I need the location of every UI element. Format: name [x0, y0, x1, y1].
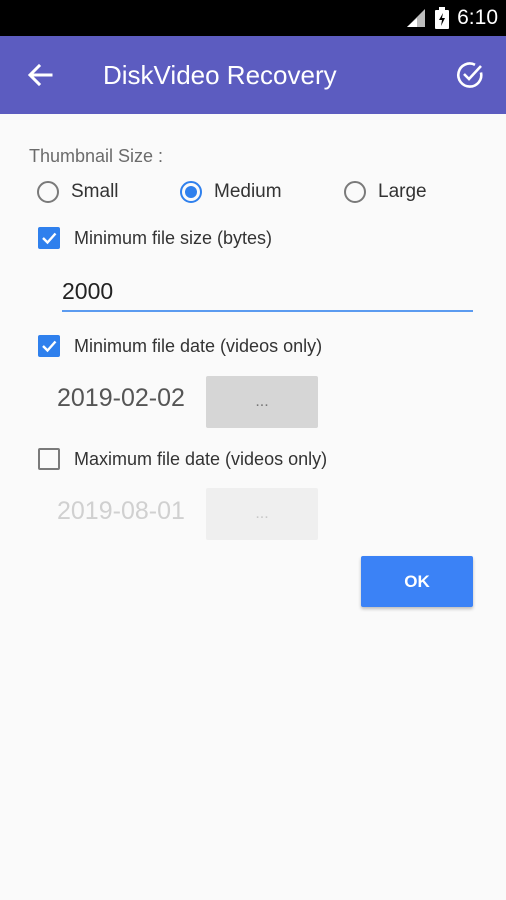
app-bar: DiskVideo Recovery	[0, 36, 506, 114]
radio-small-circle	[37, 181, 59, 203]
min-size-checkbox-box	[38, 227, 60, 249]
status-time: 6:10	[457, 6, 498, 29]
check-circle-icon	[457, 62, 483, 88]
min-date-value: 2019-02-02	[57, 384, 185, 412]
max-date-checkbox-box	[38, 448, 60, 470]
min-size-label: Minimum file size (bytes)	[74, 227, 273, 248]
thumbnail-size-radio-group: Small Medium Large	[0, 173, 506, 211]
app-title: DiskVideo Recovery	[103, 60, 337, 90]
checkmark-icon	[42, 340, 57, 353]
arrow-left-icon	[27, 63, 53, 87]
confirm-button[interactable]	[448, 55, 492, 95]
max-date-checkbox[interactable]: Maximum file date (videos only)	[38, 444, 327, 474]
max-date-label: Maximum file date (videos only)	[74, 448, 328, 469]
status-bar: 6:10	[0, 0, 506, 36]
checkmark-icon	[42, 232, 57, 245]
radio-large-label: Large	[378, 181, 427, 202]
min-size-input[interactable]	[62, 272, 473, 312]
min-date-checkbox-box	[38, 335, 60, 357]
thumbnail-size-label: Thumbnail Size :	[29, 146, 164, 166]
radio-medium[interactable]: Medium	[180, 173, 282, 211]
min-date-picker-button[interactable]: ...	[206, 376, 318, 428]
min-size-checkbox[interactable]: Minimum file size (bytes)	[38, 223, 272, 253]
radio-large-circle	[344, 181, 366, 203]
min-date-checkbox[interactable]: Minimum file date (videos only)	[38, 331, 322, 361]
max-date-value: 2019-08-01	[57, 497, 185, 525]
ok-button[interactable]: OK	[361, 556, 473, 607]
radio-medium-circle	[180, 181, 202, 203]
signal-icon	[407, 9, 426, 27]
radio-medium-label: Medium	[214, 181, 282, 202]
min-date-label: Minimum file date (videos only)	[74, 335, 323, 356]
radio-small[interactable]: Small	[37, 173, 119, 211]
max-date-picker-button[interactable]: ...	[206, 488, 318, 540]
radio-small-label: Small	[71, 181, 119, 202]
back-button[interactable]	[18, 55, 62, 95]
radio-large[interactable]: Large	[344, 173, 427, 211]
battery-icon	[435, 7, 450, 29]
status-icons: 6:10	[405, 0, 498, 36]
